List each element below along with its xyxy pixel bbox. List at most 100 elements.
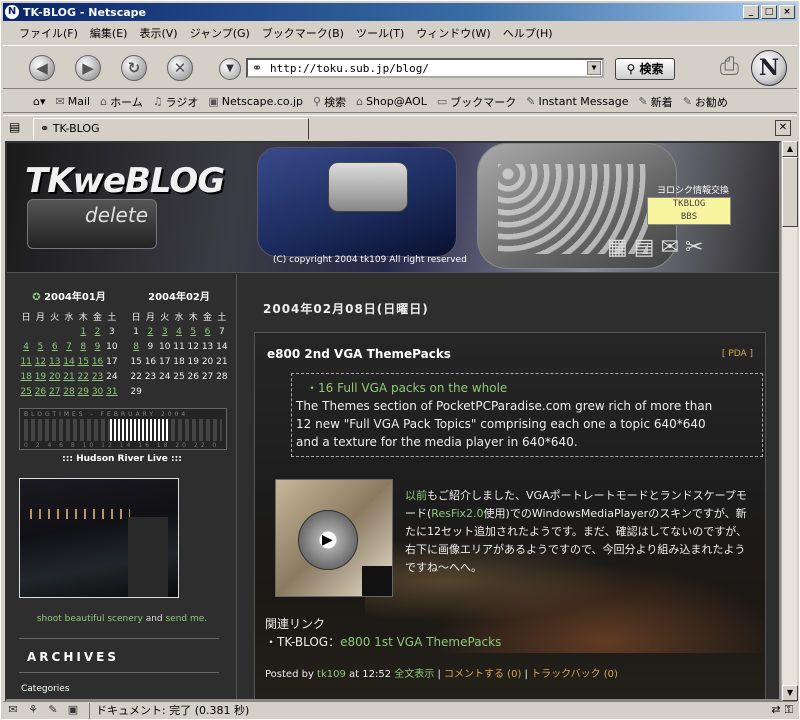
blog-logo[interactable]: TKweBLOG <box>25 161 225 201</box>
bookmark-item-7[interactable]: ✎ Instant Message <box>526 95 628 108</box>
author-link[interactable]: tk109 <box>317 669 346 680</box>
bookmark-item-6[interactable]: ▭ ブックマーク <box>437 94 516 110</box>
back-button[interactable]: ◀ <box>29 55 55 81</box>
print-icon[interactable]: ⎙ <box>720 52 739 80</box>
calendar-day[interactable]: 6 <box>200 324 214 339</box>
calendar-day[interactable]: 22 <box>76 369 90 384</box>
calendar-day[interactable]: 4 <box>19 339 33 354</box>
reload-button[interactable]: ↻ <box>121 55 147 81</box>
calendar-day[interactable]: 6 <box>48 339 62 354</box>
calendar-day[interactable]: 19 <box>33 369 47 384</box>
url-history-button[interactable]: ▼ <box>219 58 241 80</box>
calendar-day[interactable]: 16 <box>90 354 104 369</box>
entry-category[interactable]: [ PDA ] <box>722 349 753 359</box>
calendar-day[interactable]: 27 <box>48 384 62 399</box>
calendar-icon[interactable]: ▦ <box>607 235 628 260</box>
calendar-day[interactable]: 2 <box>90 324 104 339</box>
calendar-day[interactable]: 21 <box>62 369 76 384</box>
calendar-day[interactable]: 20 <box>48 369 62 384</box>
document-icon[interactable]: ▤ <box>634 235 655 260</box>
previous-link[interactable]: 以前 <box>405 489 427 502</box>
home-toolbar-icon[interactable]: ⌂▾ <box>33 95 46 108</box>
sidebar-toggle-icon[interactable]: ▤ <box>9 120 27 136</box>
themepack-thumbnail[interactable]: ▶ <box>275 479 393 597</box>
quote-text: The Themes section of PocketPCParadise.c… <box>296 399 713 449</box>
calendar-day[interactable]: 31 <box>105 384 119 399</box>
calendar-day[interactable]: 14 <box>62 354 76 369</box>
calendar-day[interactable]: 29 <box>76 384 90 399</box>
bookmark-item-3[interactable]: ▣ Netscape.co.jp <box>208 95 303 108</box>
calendar-day[interactable]: 28 <box>62 384 76 399</box>
calendar-day[interactable]: 11 <box>19 354 33 369</box>
live-camera-image[interactable] <box>19 478 179 598</box>
calendar-day[interactable]: 5 <box>33 339 47 354</box>
bookmark-item-1[interactable]: ⌂ ホーム <box>100 94 143 110</box>
stop-button[interactable]: ✕ <box>167 55 193 81</box>
calendar-day[interactable]: 25 <box>19 384 33 399</box>
resfix-link[interactable]: ResFix2.0 <box>431 507 483 520</box>
mail-globe-icon[interactable]: ✉ <box>661 235 679 260</box>
calendar-day[interactable]: 7 <box>62 339 76 354</box>
search-button[interactable]: ⚲ 検索 <box>615 58 675 80</box>
menu-item-2[interactable]: 表示(V) <box>139 25 177 41</box>
search-icon: ⚲ <box>313 95 322 108</box>
mail-status-icon[interactable]: ✉ <box>3 703 23 719</box>
address-book-icon[interactable]: ▣ <box>63 703 83 719</box>
menu-item-6[interactable]: ウィンドウ(W) <box>416 25 490 41</box>
minimize-button[interactable]: _ <box>743 5 759 19</box>
search-icon: ⚲ <box>626 62 636 76</box>
shoot-link[interactable]: shoot beautiful scenery <box>37 614 143 624</box>
menu-item-5[interactable]: ツール(T) <box>356 25 404 41</box>
menu-item-1[interactable]: 編集(E) <box>90 25 128 41</box>
tab-tk-blog[interactable]: ⚭ TK-BLOG <box>33 118 309 140</box>
scroll-thumb[interactable] <box>782 157 798 227</box>
menu-item-0[interactable]: ファイル(F) <box>19 25 78 41</box>
calendar-day[interactable]: 12 <box>33 354 47 369</box>
menu-bar: ファイル(F) 編集(E) 表示(V) ジャンプ(G) ブックマーク(B) ツール(T) ウ… <box>3 23 797 43</box>
entry-title[interactable]: e800 2nd VGA ThemePacks <box>267 347 451 361</box>
calendar-day[interactable]: 4 <box>172 324 186 339</box>
scroll-down-button[interactable]: ▼ <box>782 685 798 701</box>
calendar-day[interactable]: 8 <box>76 339 90 354</box>
bookmark-item-9[interactable]: ✎ お勧め <box>683 94 728 110</box>
related-link[interactable]: e800 1st VGA ThemePacks <box>340 635 501 649</box>
bbs-badge[interactable]: TKBLOG BBS <box>647 197 731 225</box>
close-button[interactable]: × <box>779 5 795 19</box>
composer-icon[interactable]: ✎ <box>43 703 63 719</box>
close-tab-button[interactable]: ✕ <box>775 120 791 136</box>
calendar-day[interactable]: 3 <box>158 324 172 339</box>
bookmark-item-4[interactable]: ⚲ 検索 <box>313 94 346 110</box>
tools-icon[interactable]: ✂ <box>685 235 703 260</box>
forward-button[interactable]: ▶ <box>75 55 101 81</box>
calendar-day[interactable]: 23 <box>90 369 104 384</box>
url-dropdown-button[interactable]: ▼ <box>587 61 601 75</box>
calendar-day[interactable]: 26 <box>33 384 47 399</box>
bookmark-item-2[interactable]: ♫ ラジオ <box>153 94 199 110</box>
calendar-day[interactable]: 30 <box>90 384 104 399</box>
shoot-text: shoot beautiful scenery and send me. <box>36 614 208 624</box>
maximize-button[interactable]: □ <box>761 5 777 19</box>
trackback-link[interactable]: トラックバック (0) <box>531 669 618 680</box>
url-input[interactable]: ⚭ http://toku.sub.jp/blog/ ▼ <box>246 58 604 78</box>
calendar-day[interactable]: 18 <box>19 369 33 384</box>
menu-item-3[interactable]: ジャンプ(G) <box>190 25 250 41</box>
menu-item-7[interactable]: ヘルプ(H) <box>503 25 553 41</box>
netscape-logo[interactable]: N <box>751 50 787 86</box>
calendar-day[interactable]: 1 <box>76 324 90 339</box>
aim-icon[interactable]: ⚘ <box>23 703 43 719</box>
menu-item-4[interactable]: ブックマーク(B) <box>262 25 344 41</box>
calendar-day[interactable]: 8 <box>129 339 143 354</box>
calendar-day[interactable]: 5 <box>186 324 200 339</box>
bookmark-item-0[interactable]: ✉ Mail <box>56 95 91 108</box>
calendar-day[interactable]: 2 <box>143 324 157 339</box>
calendar-day[interactable]: 15 <box>76 354 90 369</box>
comment-link[interactable]: コメントする (0) <box>444 669 521 680</box>
scroll-up-button[interactable]: ▲ <box>782 141 798 157</box>
bookmark-item-5[interactable]: ⌂ Shop@AOL <box>356 95 427 108</box>
calendar-day[interactable]: 13 <box>48 354 62 369</box>
send-me-link[interactable]: send me. <box>165 614 207 624</box>
vertical-scrollbar[interactable]: ▲ ▼ <box>781 141 798 701</box>
calendar-day[interactable]: 9 <box>90 339 104 354</box>
bookmark-item-8[interactable]: ✎ 新着 <box>638 94 672 110</box>
full-text-link[interactable]: 全文表示 <box>394 669 434 680</box>
